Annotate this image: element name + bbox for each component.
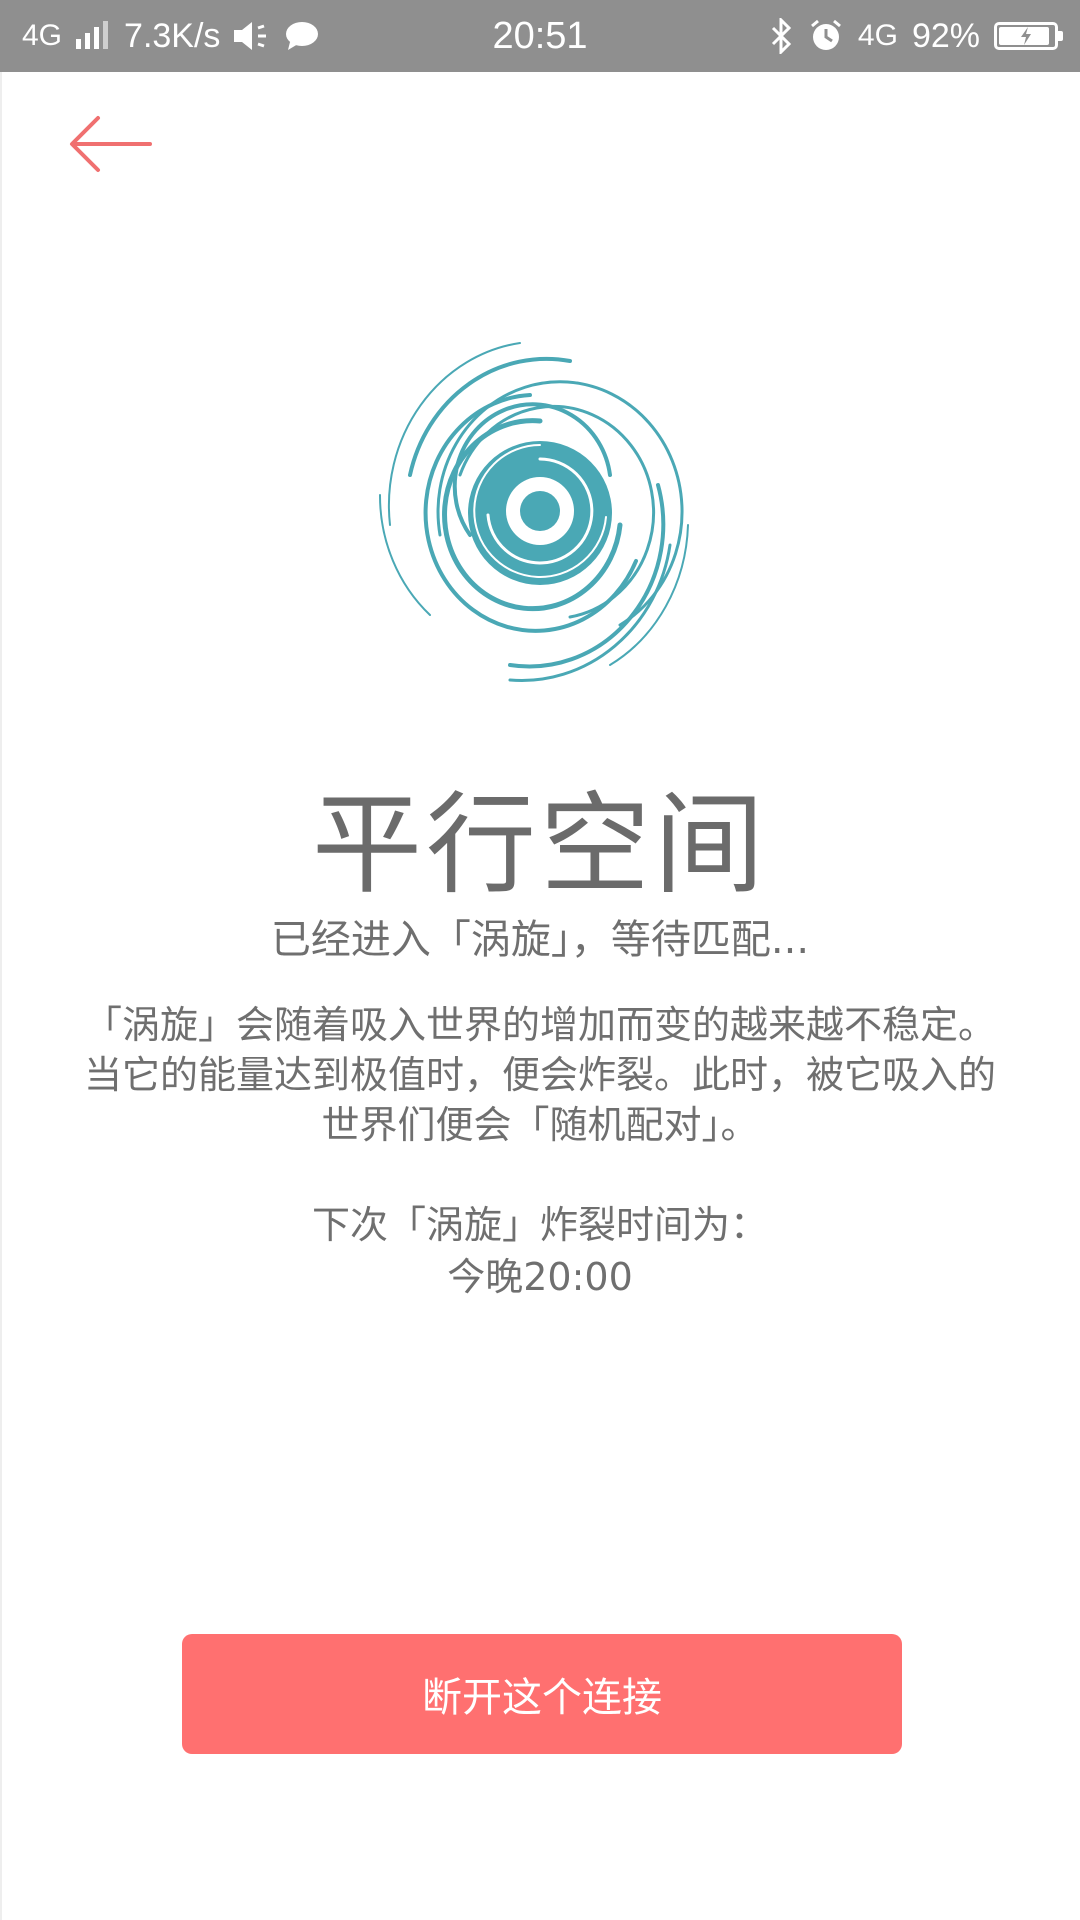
vortex-description: 「涡旋」会随着吸入世界的增加而变的越来越不稳定。当它的能量达到极值时，便会炸裂。… bbox=[83, 1003, 996, 1147]
status-bar: 4G 7.3K/s 20:51 4G 92% bbox=[0, 0, 1080, 72]
page-title: 平行空间 bbox=[312, 781, 768, 909]
left-edge-line bbox=[0, 72, 2, 1920]
back-button[interactable] bbox=[66, 110, 156, 180]
battery-icon bbox=[994, 22, 1063, 50]
status-right: 4G 92% bbox=[770, 0, 1063, 72]
next-explosion-label: 下次「涡旋」炸裂时间为： bbox=[311, 1203, 768, 1247]
next-explosion-time: 今晚20:00 bbox=[447, 1255, 633, 1299]
vortex-icon bbox=[378, 342, 689, 682]
network-type-right: 4G bbox=[857, 19, 898, 52]
alarm-icon bbox=[810, 19, 841, 50]
charging-bolt-icon bbox=[1021, 27, 1031, 45]
arrow-left-icon bbox=[70, 116, 152, 172]
battery-percent: 92% bbox=[911, 16, 980, 55]
matching-status: 已经进入「涡旋」，等待匹配... bbox=[270, 917, 810, 963]
disconnect-button[interactable]: 断开这个连接 bbox=[182, 1634, 902, 1754]
bluetooth-icon bbox=[771, 18, 792, 54]
